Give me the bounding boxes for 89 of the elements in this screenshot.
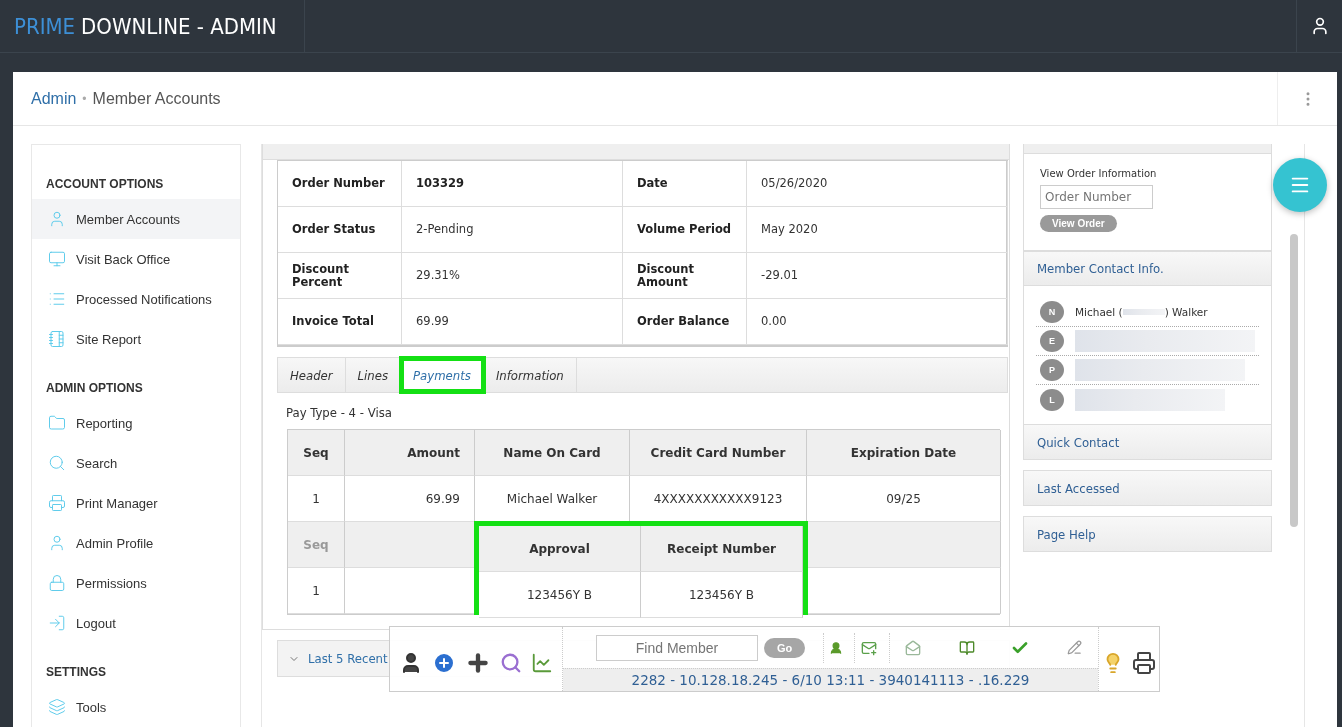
sidebar-item[interactable]: Processed Notifications	[32, 279, 240, 319]
sidebar-item[interactable]: Print Manager	[32, 483, 240, 523]
add-circle-icon[interactable]	[432, 651, 456, 675]
field-value: 103329	[402, 161, 623, 207]
search-icon[interactable]	[500, 652, 522, 674]
contact-badge: L	[1040, 388, 1064, 411]
lock-icon	[48, 574, 66, 592]
contact-badge: N	[1040, 301, 1064, 323]
sidebar-item[interactable]: Tools	[32, 687, 240, 727]
column-header: Credit Card Number	[630, 430, 807, 476]
find-member-field[interactable]: Find Member	[596, 634, 758, 661]
table-cell: 69.99	[345, 476, 475, 522]
field-value: 0.00	[747, 299, 1008, 345]
scrollbar-thumb[interactable]	[1290, 234, 1299, 527]
book-icon[interactable]	[958, 639, 975, 656]
sidebar-item[interactable]: Site Report	[32, 319, 240, 359]
section-title: ADMIN OPTIONS	[45, 380, 144, 397]
panel-header[interactable]: Page Help	[1023, 516, 1273, 552]
edit-icon[interactable]	[1066, 640, 1082, 655]
pay-type-label: Pay Type - 4 - Visa	[285, 404, 393, 422]
notebook-icon	[48, 330, 66, 348]
column-header: Receipt Number	[641, 526, 803, 572]
column-header: Expiration Date	[807, 430, 1001, 476]
tab[interactable]: Payments	[401, 358, 484, 392]
column-header: Amount	[345, 430, 475, 476]
mail-plus-icon[interactable]	[861, 639, 877, 656]
field-value: -29.01	[747, 253, 1008, 299]
layers-icon	[48, 698, 66, 716]
column-header: Seq	[288, 430, 345, 476]
tab[interactable]: Header	[278, 358, 346, 392]
open-mail-icon[interactable]	[905, 639, 922, 656]
field-label: Order Balance	[623, 299, 747, 345]
panel-header[interactable]: Last Accessed	[1023, 470, 1273, 506]
section-title: SETTINGS	[45, 664, 107, 681]
sidebar-item[interactable]: Permissions	[32, 563, 240, 603]
recent-orders-title: Last 5 Recent	[308, 651, 388, 666]
order-number-field[interactable]: Order Number	[1040, 185, 1153, 209]
status-text: 2282 - 10.128.18.245 - 6/10 13:11 - 3940141113 - .16.229	[563, 668, 1098, 691]
table-cell: 1	[288, 568, 345, 614]
monitor-icon	[48, 250, 66, 268]
field-label: Order Number	[278, 161, 402, 207]
table-cell: 09/25	[807, 476, 1001, 522]
sidebar-item[interactable]: Reporting	[32, 403, 240, 443]
field-value: 69.99	[402, 299, 623, 345]
table-cell: 123456Y B	[479, 572, 641, 618]
breadcrumb-current: Member Accounts	[92, 89, 221, 108]
contact-badge: E	[1040, 330, 1064, 352]
contact-text: Michael (	[1075, 306, 1123, 318]
folder-icon	[48, 414, 66, 432]
field-label: Order Status	[278, 207, 402, 253]
field-label: Discount Amount	[623, 253, 747, 299]
view-order-label: View Order Information	[1040, 168, 1157, 179]
app-logo[interactable]: PRIME DOWNLINE - ADMIN	[0, 0, 305, 52]
sidebar-item[interactable]: Member Accounts	[32, 199, 240, 239]
chart-icon[interactable]	[531, 652, 553, 674]
breadcrumb-link[interactable]: Admin	[31, 89, 77, 108]
panel-header[interactable]: Member Contact Info.	[1023, 251, 1273, 286]
tab[interactable]: Information	[483, 358, 577, 392]
contact-badge: P	[1040, 359, 1064, 381]
sidebar-item[interactable]: Logout	[32, 603, 240, 643]
field-value: 05/26/2020	[747, 161, 1008, 207]
column-header: Approval	[479, 526, 641, 572]
contact-text: ) Walker	[1164, 306, 1208, 318]
section-title: ACCOUNT OPTIONS	[45, 176, 165, 193]
user-icon	[48, 210, 66, 228]
printer-icon[interactable]	[1132, 651, 1156, 675]
breadcrumb-separator: •	[82, 91, 87, 106]
field-label: Volume Period	[623, 207, 747, 253]
table-cell: 1	[288, 476, 345, 522]
column-header: Seq	[288, 522, 345, 568]
panel-header[interactable]: Quick Contact	[1023, 424, 1273, 460]
user-icon	[48, 534, 66, 552]
sidebar-item[interactable]: Visit Back Office	[32, 239, 240, 279]
printer-icon	[48, 494, 66, 512]
table-cell: 123456Y B	[641, 572, 803, 618]
field-label: Date	[623, 161, 747, 207]
redacted-text	[1122, 309, 1165, 315]
sidebar-item[interactable]: Admin Profile	[32, 523, 240, 563]
column-header: Name On Card	[475, 430, 630, 476]
plus-icon[interactable]	[465, 650, 491, 676]
list-icon	[48, 290, 66, 308]
field-value: May 2020	[747, 207, 1008, 253]
field-value: 2-Pending	[402, 207, 623, 253]
field-label: Discount Percent	[278, 253, 402, 299]
logout-icon	[48, 614, 66, 632]
field-value: 29.31%	[402, 253, 623, 299]
search-icon	[48, 454, 66, 472]
sidebar-item[interactable]: Search	[32, 443, 240, 483]
field-label: Invoice Total	[278, 299, 402, 345]
